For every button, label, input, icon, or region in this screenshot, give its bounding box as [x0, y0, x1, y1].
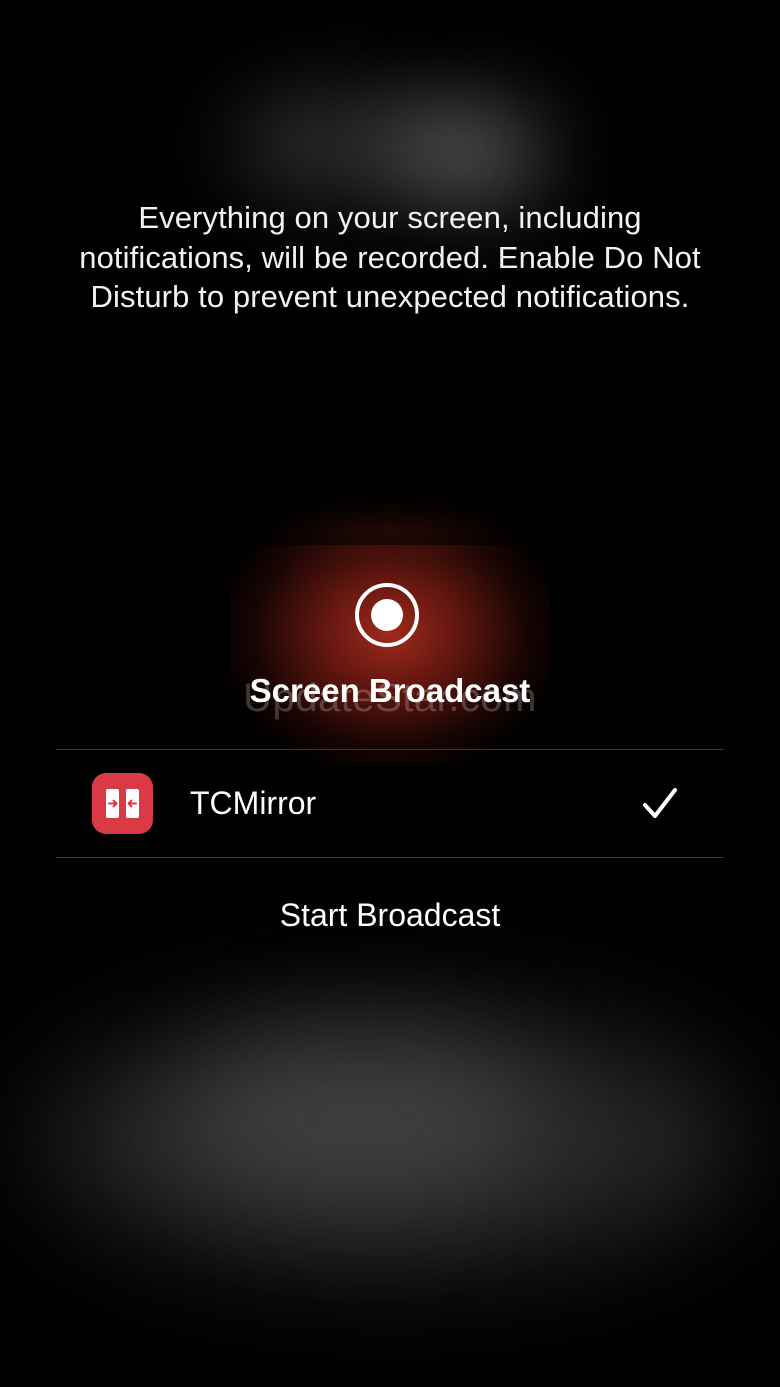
tcmirror-app-icon: [92, 773, 153, 834]
record-icon: [355, 583, 419, 647]
screen-broadcast-sheet: Everything on your screen, including not…: [0, 0, 780, 1387]
broadcast-app-row[interactable]: TCMirror: [56, 750, 724, 857]
recording-notice: Everything on your screen, including not…: [79, 200, 701, 314]
mirror-glyph-icon: [106, 789, 139, 818]
record-glow: [230, 545, 550, 765]
background-blur: [40, 1010, 740, 1270]
panel-title: Screen Broadcast: [249, 672, 531, 709]
background-blur: [180, 1040, 540, 1200]
background-blur: [230, 90, 470, 200]
divider: [56, 857, 724, 858]
checkmark-icon: [643, 788, 677, 818]
app-name: TCMirror: [190, 785, 317, 821]
background-blur: [400, 100, 550, 210]
record-glow: [250, 500, 530, 548]
record-dot: [371, 599, 403, 631]
start-broadcast-button[interactable]: Start Broadcast: [190, 890, 590, 940]
